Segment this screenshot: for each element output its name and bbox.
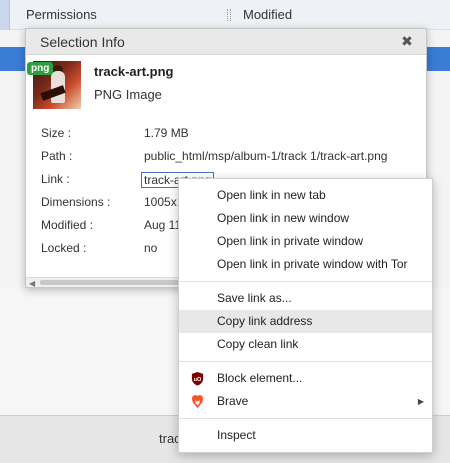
scrollbar-thumb[interactable] xyxy=(40,280,180,285)
info-label: Dimensions : xyxy=(41,195,111,209)
menu-item-label: Brave xyxy=(217,394,249,408)
menu-item-copy-clean-link[interactable]: Copy clean link xyxy=(179,333,432,356)
close-icon[interactable]: ✖ xyxy=(400,34,414,48)
file-type-label: PNG Image xyxy=(94,87,162,102)
dialog-title: Selection Info xyxy=(40,34,125,50)
dialog-titlebar[interactable]: Selection Info ✖ xyxy=(26,29,426,55)
context-menu: Open link in new tab Open link in new wi… xyxy=(178,178,433,453)
menu-item-brave[interactable]: Brave ▶ xyxy=(179,390,432,413)
info-label: Modified : xyxy=(41,218,94,232)
menu-item-copy-link-address[interactable]: Copy link address xyxy=(179,310,432,333)
menu-item-save-link-as[interactable]: Save link as... xyxy=(179,287,432,310)
menu-separator xyxy=(179,281,432,282)
scroll-left-icon[interactable]: ◀ xyxy=(29,279,35,288)
file-type-badge: png xyxy=(27,62,54,75)
row-selection-strip[interactable] xyxy=(0,0,10,30)
ublock-origin-icon: uO xyxy=(191,371,204,386)
column-resize-handle[interactable] xyxy=(227,9,231,21)
file-list-header: Permissions Modified xyxy=(0,0,450,30)
submenu-arrow-icon: ▶ xyxy=(417,397,424,406)
info-label: Size : xyxy=(41,126,72,140)
menu-item-open-new-window[interactable]: Open link in new window xyxy=(179,207,432,230)
info-label: Locked : xyxy=(41,241,87,255)
info-value: Aug 11 xyxy=(144,218,182,232)
svg-text:uO: uO xyxy=(194,377,202,383)
column-header-modified[interactable]: Modified xyxy=(243,7,292,22)
info-label: Link : xyxy=(41,172,70,186)
brave-lion-icon xyxy=(191,394,204,409)
info-label: Path : xyxy=(41,149,73,163)
menu-separator xyxy=(179,361,432,362)
menu-item-open-private-tor[interactable]: Open link in private window with Tor xyxy=(179,253,432,276)
menu-item-open-private-window[interactable]: Open link in private window xyxy=(179,230,432,253)
menu-item-label: Block element... xyxy=(217,371,303,385)
info-value: no xyxy=(144,241,158,255)
menu-item-inspect[interactable]: Inspect xyxy=(179,424,432,447)
column-header-permissions[interactable]: Permissions xyxy=(26,7,97,22)
info-value: 1.79 MB xyxy=(144,126,189,140)
file-name: track-art.png xyxy=(94,64,174,79)
menu-item-block-element[interactable]: uO Block element... xyxy=(179,367,432,390)
menu-item-open-new-tab[interactable]: Open link in new tab xyxy=(179,184,432,207)
info-value: public_html/msp/album-1/track 1/track-ar… xyxy=(144,149,388,163)
menu-separator xyxy=(179,418,432,419)
